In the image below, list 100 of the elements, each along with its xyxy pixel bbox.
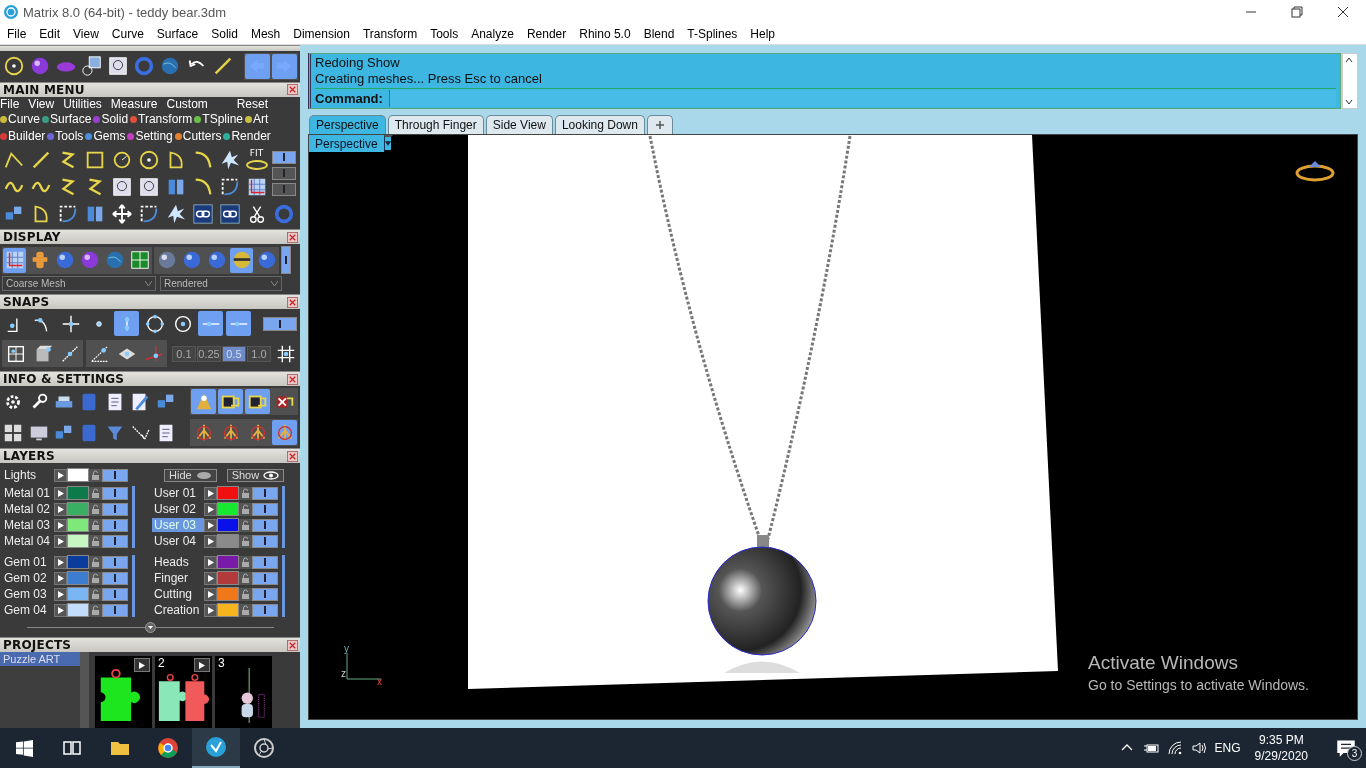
category-link[interactable]: Surface bbox=[42, 111, 92, 127]
close-icon[interactable] bbox=[287, 84, 298, 96]
layer-name[interactable]: Gem 02 bbox=[2, 571, 54, 585]
project-item[interactable]: Puzzle ART bbox=[0, 652, 80, 666]
expand-button[interactable] bbox=[204, 534, 217, 548]
menu-item[interactable]: Transform bbox=[355, 27, 424, 41]
layer-name[interactable]: Metal 04 bbox=[2, 534, 54, 548]
category-link[interactable]: TSpline bbox=[194, 111, 243, 127]
branch-icon[interactable] bbox=[272, 420, 297, 445]
category-link[interactable]: Gems bbox=[85, 128, 126, 144]
show-button[interactable]: Show bbox=[226, 468, 285, 482]
fit-button[interactable]: FIT bbox=[244, 147, 269, 172]
layer-name[interactable]: Cutting bbox=[152, 587, 204, 601]
menu-item[interactable]: File bbox=[0, 27, 33, 41]
expand-button[interactable] bbox=[54, 571, 67, 585]
panel-toggle[interactable] bbox=[272, 182, 296, 196]
menu-item[interactable]: Surface bbox=[149, 27, 205, 41]
visibility-toggle[interactable] bbox=[102, 468, 128, 482]
lock-icon[interactable] bbox=[239, 587, 252, 601]
layer-color-swatch[interactable] bbox=[67, 468, 89, 482]
layer-name[interactable]: Metal 01 bbox=[2, 486, 54, 500]
visibility-toggle[interactable] bbox=[102, 587, 128, 601]
lock-icon[interactable] bbox=[239, 603, 252, 617]
expand-button[interactable] bbox=[204, 587, 217, 601]
layer-color-swatch[interactable] bbox=[67, 587, 89, 601]
link-icon[interactable] bbox=[217, 201, 242, 226]
clock[interactable]: 9:35 PM 9/29/2020 bbox=[1254, 732, 1308, 764]
scrollbar[interactable] bbox=[1342, 53, 1358, 109]
layer-color-swatch[interactable] bbox=[67, 502, 89, 516]
layer-color-swatch[interactable] bbox=[217, 571, 239, 585]
view-tab[interactable]: Perspective bbox=[309, 115, 386, 134]
visibility-toggle[interactable] bbox=[252, 486, 278, 500]
menu-item[interactable]: Analyze bbox=[464, 27, 520, 41]
menu-item[interactable]: Curve bbox=[104, 27, 150, 41]
layer-color-swatch[interactable] bbox=[217, 603, 239, 617]
visibility-toggle[interactable] bbox=[252, 587, 278, 601]
lock-icon[interactable] bbox=[89, 555, 102, 569]
layer-color-swatch[interactable] bbox=[67, 603, 89, 617]
display-mode-dropdown[interactable]: Rendered bbox=[160, 276, 282, 291]
layer-color-swatch[interactable] bbox=[217, 555, 239, 569]
reset-link[interactable]: Reset bbox=[236, 96, 268, 111]
layer-name[interactable]: User 02 bbox=[152, 502, 204, 516]
hide-button[interactable]: Hide bbox=[164, 468, 217, 482]
visibility-toggle[interactable] bbox=[102, 571, 128, 585]
layer-color-swatch[interactable] bbox=[217, 518, 239, 532]
snap-value-button[interactable]: 1.0 bbox=[247, 345, 271, 362]
layer-color-swatch[interactable] bbox=[67, 534, 89, 548]
visibility-toggle[interactable] bbox=[102, 534, 128, 548]
lock-icon[interactable] bbox=[89, 518, 102, 532]
layer-color-swatch[interactable] bbox=[67, 571, 89, 585]
layer-name[interactable]: Metal 02 bbox=[2, 502, 54, 516]
app-icon[interactable] bbox=[192, 728, 240, 768]
menu-item[interactable]: Edit bbox=[32, 27, 67, 41]
category-link[interactable]: Setting bbox=[127, 128, 173, 144]
play-button[interactable] bbox=[194, 658, 210, 672]
lock-icon[interactable] bbox=[89, 486, 102, 500]
menu-item[interactable]: Help bbox=[743, 27, 782, 41]
expand-button[interactable] bbox=[54, 555, 67, 569]
lock-icon[interactable] bbox=[239, 486, 252, 500]
layer-color-swatch[interactable] bbox=[67, 518, 89, 532]
category-link[interactable]: Curve bbox=[0, 111, 40, 127]
layer-name[interactable]: Gem 04 bbox=[2, 603, 54, 617]
menu-item[interactable]: Rhino 5.0 bbox=[572, 27, 637, 41]
layer-name[interactable]: User 01 bbox=[152, 486, 204, 500]
category-link[interactable]: Builder bbox=[0, 128, 46, 144]
view-tab[interactable]: Looking Down bbox=[554, 115, 645, 134]
visibility-toggle[interactable] bbox=[102, 518, 128, 532]
lock-icon[interactable] bbox=[239, 555, 252, 569]
menu-item[interactable]: Tools bbox=[423, 27, 465, 41]
mesh-dropdown[interactable]: Coarse Mesh bbox=[2, 276, 156, 291]
visibility-toggle[interactable] bbox=[252, 555, 278, 569]
lock-icon[interactable] bbox=[239, 518, 252, 532]
menu-item[interactable]: Blend bbox=[636, 27, 681, 41]
close-icon[interactable] bbox=[287, 231, 298, 243]
expand-handle-icon[interactable] bbox=[144, 621, 156, 633]
layer-name[interactable]: Gem 01 bbox=[2, 555, 54, 569]
caret-icon[interactable] bbox=[271, 281, 278, 286]
layer-color-swatch[interactable] bbox=[67, 486, 89, 500]
wifi-icon[interactable] bbox=[1166, 740, 1183, 756]
project-thumbnail[interactable]: 3 bbox=[215, 656, 272, 728]
menu-item[interactable]: View bbox=[66, 27, 105, 41]
layer-color-swatch[interactable] bbox=[217, 534, 239, 548]
view-dropdown-button[interactable] bbox=[383, 135, 393, 152]
viewport-label[interactable]: Perspective bbox=[309, 135, 384, 152]
menu-item[interactable]: Dimension bbox=[286, 27, 356, 41]
category-link[interactable]: Art bbox=[245, 111, 269, 127]
snap-toggle[interactable] bbox=[263, 316, 297, 331]
category-link[interactable]: Transform bbox=[130, 111, 193, 127]
layer-name[interactable]: Heads bbox=[152, 555, 204, 569]
expand-button[interactable] bbox=[204, 486, 217, 500]
close-icon[interactable] bbox=[287, 373, 298, 385]
close-icon[interactable] bbox=[287, 296, 298, 308]
menu-item[interactable]: T-Splines bbox=[680, 27, 744, 41]
command-input[interactable] bbox=[388, 89, 1336, 107]
close-icon[interactable] bbox=[287, 450, 298, 462]
ring-icon[interactable] bbox=[1293, 159, 1337, 183]
layer-color-swatch[interactable] bbox=[217, 587, 239, 601]
lock-icon[interactable] bbox=[89, 502, 102, 516]
menu-item[interactable]: Solid bbox=[204, 27, 244, 41]
play-button[interactable] bbox=[134, 658, 150, 672]
